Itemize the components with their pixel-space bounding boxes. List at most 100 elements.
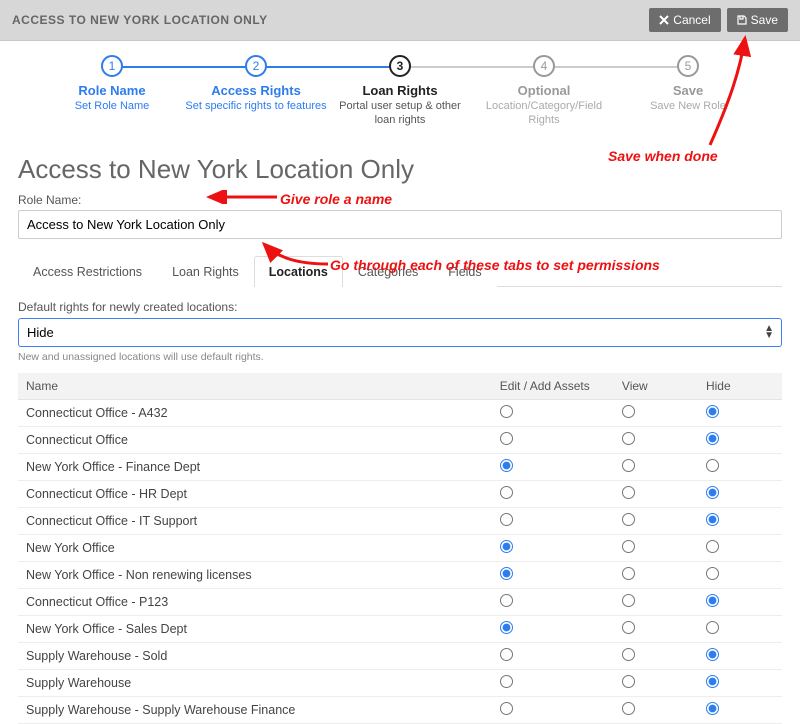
radio-cell-hide — [698, 453, 782, 480]
locations-table: NameEdit / Add AssetsViewHide Connecticu… — [18, 373, 782, 724]
column-header: Name — [18, 373, 492, 400]
radio-cell-hide — [698, 426, 782, 453]
step-subtitle: Set Role Name — [40, 100, 184, 114]
radio-hide[interactable] — [706, 540, 719, 553]
save-icon — [737, 15, 747, 25]
radio-cell-edit — [492, 696, 614, 723]
radio-hide[interactable] — [706, 567, 719, 580]
table-row: Connecticut Office - P123 — [18, 588, 782, 615]
location-name: New York Office - Finance Dept — [18, 453, 492, 480]
header-bar: ACCESS TO NEW YORK LOCATION ONLY Cancel … — [0, 0, 800, 41]
radio-hide[interactable] — [706, 594, 719, 607]
radio-edit[interactable] — [500, 594, 513, 607]
radio-view[interactable] — [622, 621, 635, 634]
radio-cell-edit — [492, 642, 614, 669]
radio-hide[interactable] — [706, 405, 719, 418]
radio-edit[interactable] — [500, 486, 513, 499]
radio-cell-view — [614, 534, 698, 561]
step-circle: 3 — [389, 55, 411, 77]
radio-cell-view — [614, 507, 698, 534]
radio-cell-edit — [492, 426, 614, 453]
tab-locations[interactable]: Locations — [254, 256, 343, 287]
default-rights-select[interactable]: Hide — [18, 318, 782, 347]
radio-view[interactable] — [622, 540, 635, 553]
radio-cell-view — [614, 669, 698, 696]
radio-edit[interactable] — [500, 513, 513, 526]
radio-cell-hide — [698, 480, 782, 507]
radio-hide[interactable] — [706, 675, 719, 688]
radio-cell-edit — [492, 453, 614, 480]
location-name: Connecticut Office - HR Dept — [18, 480, 492, 507]
radio-hide[interactable] — [706, 432, 719, 445]
tab-categories[interactable]: Categories — [343, 256, 433, 287]
radio-view[interactable] — [622, 648, 635, 661]
radio-view[interactable] — [622, 702, 635, 715]
radio-cell-view — [614, 696, 698, 723]
radio-hide[interactable] — [706, 459, 719, 472]
radio-cell-hide — [698, 561, 782, 588]
radio-edit[interactable] — [500, 675, 513, 688]
location-name: New York Office - Non renewing licenses — [18, 561, 492, 588]
radio-edit[interactable] — [500, 621, 513, 634]
radio-cell-hide — [698, 399, 782, 426]
table-row: Supply Warehouse — [18, 669, 782, 696]
wizard-step-1[interactable]: 1Role NameSet Role Name — [40, 55, 184, 128]
radio-edit[interactable] — [500, 405, 513, 418]
step-circle: 2 — [245, 55, 267, 77]
radio-view[interactable] — [622, 486, 635, 499]
radio-edit[interactable] — [500, 702, 513, 715]
radio-hide[interactable] — [706, 486, 719, 499]
radio-edit[interactable] — [500, 432, 513, 445]
radio-cell-hide — [698, 669, 782, 696]
default-rights-label: Default rights for newly created locatio… — [18, 300, 237, 314]
step-circle: 5 — [677, 55, 699, 77]
role-name-label: Role Name: — [18, 193, 782, 207]
step-title: Loan Rights — [328, 83, 472, 98]
step-title: Optional — [472, 83, 616, 98]
radio-cell-hide — [698, 534, 782, 561]
radio-view[interactable] — [622, 405, 635, 418]
radio-view[interactable] — [622, 513, 635, 526]
radio-hide[interactable] — [706, 513, 719, 526]
radio-edit[interactable] — [500, 459, 513, 472]
radio-view[interactable] — [622, 567, 635, 580]
radio-cell-view — [614, 399, 698, 426]
table-row: New York Office - Finance Dept — [18, 453, 782, 480]
header-title: ACCESS TO NEW YORK LOCATION ONLY — [12, 13, 643, 27]
radio-hide[interactable] — [706, 648, 719, 661]
radio-cell-view — [614, 615, 698, 642]
location-name: Connecticut Office — [18, 426, 492, 453]
column-header: Edit / Add Assets — [492, 373, 614, 400]
radio-view[interactable] — [622, 432, 635, 445]
radio-view[interactable] — [622, 594, 635, 607]
step-title: Access Rights — [184, 83, 328, 98]
location-name: Connecticut Office - A432 — [18, 399, 492, 426]
radio-edit[interactable] — [500, 567, 513, 580]
table-row: Supply Warehouse - Supply Warehouse Fina… — [18, 696, 782, 723]
tab-access-restrictions[interactable]: Access Restrictions — [18, 256, 157, 287]
cancel-label: Cancel — [673, 13, 710, 27]
location-name: Supply Warehouse - Sold — [18, 642, 492, 669]
table-row: Supply Warehouse - Sold — [18, 642, 782, 669]
tabs-bar: Access RestrictionsLoan RightsLocationsC… — [18, 255, 782, 287]
radio-cell-edit — [492, 588, 614, 615]
step-subtitle: Location/Category/Field Rights — [472, 100, 616, 128]
cancel-button[interactable]: Cancel — [649, 8, 720, 32]
radio-edit[interactable] — [500, 648, 513, 661]
radio-hide[interactable] — [706, 621, 719, 634]
tab-loan-rights[interactable]: Loan Rights — [157, 256, 254, 287]
radio-view[interactable] — [622, 459, 635, 472]
location-name: Connecticut Office - IT Support — [18, 507, 492, 534]
radio-view[interactable] — [622, 675, 635, 688]
radio-hide[interactable] — [706, 702, 719, 715]
location-name: Supply Warehouse - Supply Warehouse Fina… — [18, 696, 492, 723]
radio-edit[interactable] — [500, 540, 513, 553]
role-name-input[interactable] — [18, 210, 782, 239]
tab-fields[interactable]: Fields — [433, 256, 496, 287]
save-button[interactable]: Save — [727, 8, 788, 32]
step-title: Save — [616, 83, 760, 98]
step-circle: 4 — [533, 55, 555, 77]
save-label: Save — [751, 13, 778, 27]
radio-cell-edit — [492, 561, 614, 588]
radio-cell-hide — [698, 507, 782, 534]
